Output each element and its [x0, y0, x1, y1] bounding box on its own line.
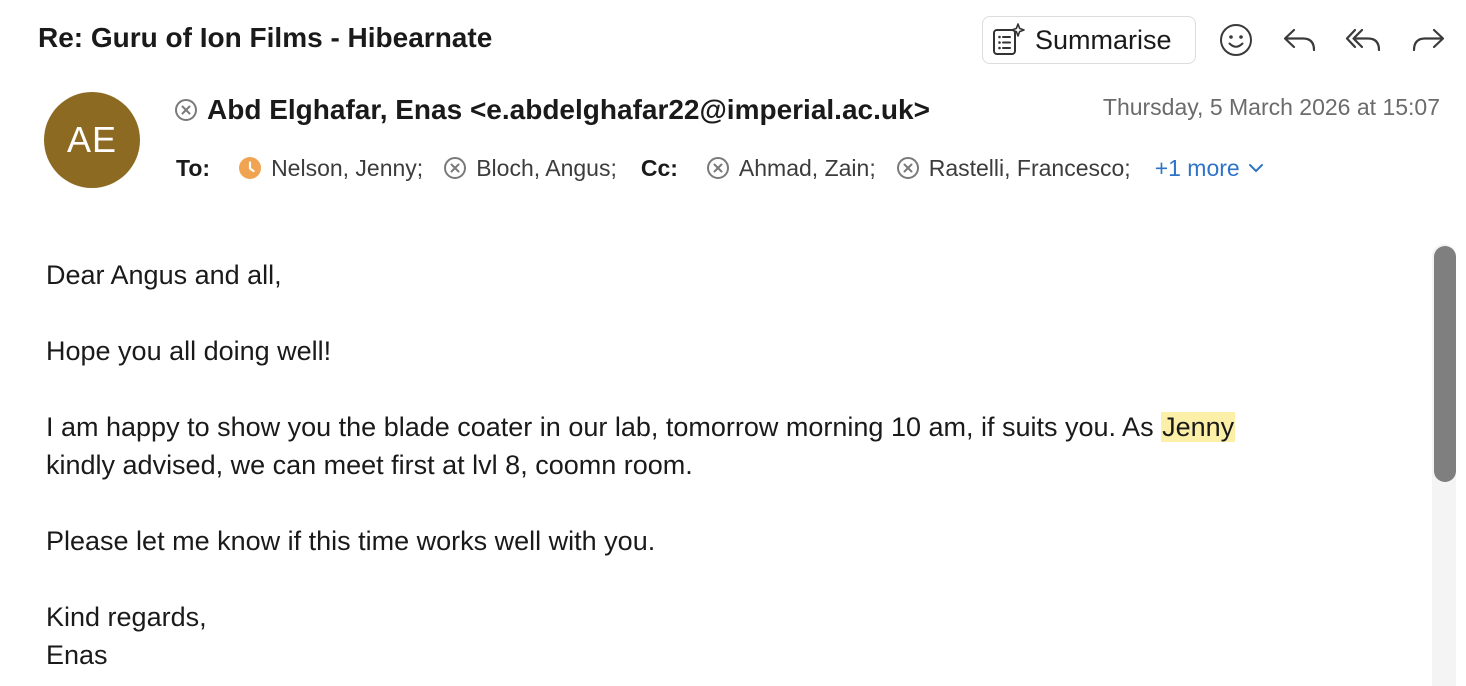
recipient-name: Bloch, Angus; [476, 154, 617, 181]
avatar-initials: AE [66, 119, 118, 160]
body-line: kindly advised, we can meet first at lvl… [46, 450, 693, 480]
presence-away-icon [239, 157, 262, 179]
recipient-cc-1[interactable]: Ahmad, Zain; [706, 155, 876, 182]
summarise-sparkle-icon [993, 23, 1025, 55]
recipient-name: Nelson, Jenny; [271, 154, 424, 181]
recipient-name: Rastelli, Francesco; [928, 154, 1131, 181]
presence-unknown-icon [175, 99, 197, 121]
sender-avatar[interactable]: AE [44, 92, 140, 188]
email-reading-pane: Re: Guru of Ion Films - Hibearnate Summa… [0, 0, 1466, 686]
message-body: Dear Angus and all, Hope you all doing w… [46, 256, 1406, 674]
forward-icon [1412, 28, 1445, 52]
more-recipients-label: +1 more [1154, 154, 1240, 181]
reply-icon [1283, 28, 1316, 52]
sender-row[interactable]: Abd Elghafar, Enas <e.abdelghafar22@impe… [174, 94, 930, 126]
recipient-to-1[interactable]: Nelson, Jenny; [238, 155, 423, 182]
body-greeting: Dear Angus and all, [46, 260, 282, 290]
recipient-cc-2[interactable]: Rastelli, Francesco; [896, 155, 1131, 182]
body-signoff: Kind regards, [46, 602, 207, 632]
more-recipients-link[interactable]: +1 more [1155, 155, 1264, 182]
sender-name: Abd Elghafar, Enas <e.abdelghafar22@impe… [207, 94, 930, 125]
scrollbar-thumb[interactable] [1434, 246, 1456, 482]
body-text: I am happy to show you the blade coater … [46, 412, 1162, 442]
cc-label: Cc: [640, 154, 678, 181]
sent-date: Thursday, 5 March 2026 at 15:07 [1102, 94, 1440, 120]
recipient-to-2[interactable]: Bloch, Angus; [443, 155, 617, 182]
reply-all-icon [1345, 28, 1381, 52]
presence-unknown-icon [444, 157, 467, 179]
emoji-smile-icon [1220, 24, 1252, 56]
to-label: To: [176, 154, 211, 181]
email-subject: Re: Guru of Ion Films - Hibearnate [38, 22, 493, 53]
body-paragraph: I am happy to show you the blade coater … [46, 408, 1406, 446]
emoji-reaction-button[interactable] [1216, 18, 1256, 62]
summarise-button[interactable]: Summarise [982, 16, 1196, 64]
presence-unknown-icon [896, 157, 919, 179]
body-signature: Enas [46, 640, 108, 670]
body-line: Hope you all doing well! [46, 336, 332, 366]
presence-unknown-icon [706, 157, 729, 179]
recipients-row: To: Nelson, Jenny; Bloch, Angus; Cc: Ahm… [176, 152, 1264, 184]
forward-button[interactable] [1408, 18, 1448, 62]
recipient-name: Ahmad, Zain; [738, 154, 876, 181]
search-highlight: Jenny [1161, 412, 1236, 442]
reply-button[interactable] [1280, 18, 1320, 62]
summarise-label: Summarise [1035, 24, 1172, 55]
body-line: Please let me know if this time works we… [46, 526, 656, 556]
chevron-down-icon [1248, 164, 1263, 172]
reply-all-button[interactable] [1344, 18, 1384, 62]
